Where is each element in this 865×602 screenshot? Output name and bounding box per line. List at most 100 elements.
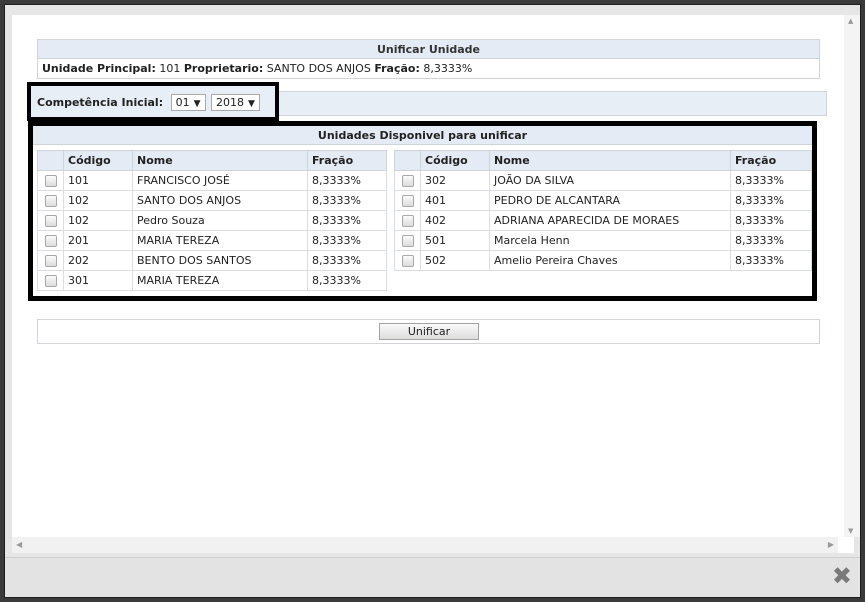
competencia-label: Competência Inicial: bbox=[37, 95, 164, 109]
unify-header-panel: Unificar Unidade Unidade Principal: 101 … bbox=[37, 39, 820, 79]
main-unit-value: 101 bbox=[159, 62, 181, 75]
table-row[interactable]: 202 BENTO DOS SANTOS 8,3333% bbox=[37, 250, 387, 271]
cell-nome: MARIA TEREZA bbox=[132, 230, 308, 251]
cell-fracao: 8,3333% bbox=[730, 230, 812, 251]
cell-nome: SANTO DOS ANJOS bbox=[132, 190, 308, 211]
year-select[interactable]: 2018 ▼ bbox=[211, 94, 260, 111]
row-checkbox[interactable] bbox=[401, 235, 414, 247]
table-row[interactable]: 302 JOÃO DA SILVA 8,3333% bbox=[394, 170, 812, 191]
row-checkbox[interactable] bbox=[44, 215, 57, 227]
units-table-right: Código Nome Fração 302 JOÃO DA SILVA 8,333… bbox=[394, 150, 812, 271]
cell-nome: Marcela Henn bbox=[489, 230, 731, 251]
cell-codigo: 501 bbox=[420, 230, 490, 251]
table-row[interactable]: 102 SANTO DOS ANJOS 8,3333% bbox=[37, 190, 387, 211]
column-codigo: Código bbox=[420, 150, 490, 171]
scroll-down-icon[interactable]: ▼ bbox=[848, 527, 853, 535]
table-header-row: Código Nome Fração bbox=[394, 150, 812, 171]
checkbox-header bbox=[394, 150, 421, 171]
column-nome: Nome bbox=[489, 150, 731, 171]
checkbox-header bbox=[37, 150, 64, 171]
fraction-value: 8,3333% bbox=[423, 62, 473, 75]
cell-fracao: 8,3333% bbox=[307, 270, 387, 291]
cell-fracao: 8,3333% bbox=[730, 250, 812, 271]
cell-fracao: 8,3333% bbox=[307, 190, 387, 211]
cell-fracao: 8,3333% bbox=[730, 210, 812, 231]
month-select[interactable]: 01 ▼ bbox=[170, 94, 206, 111]
cell-nome: BENTO DOS SANTOS bbox=[132, 250, 308, 271]
row-checkbox-cell bbox=[37, 230, 64, 251]
owner-value: SANTO DOS ANJOS bbox=[266, 62, 371, 75]
cell-nome: JOÃO DA SILVA bbox=[489, 170, 731, 191]
cell-fracao: 8,3333% bbox=[730, 170, 812, 191]
competencia-highlight: Competência Inicial: 01 ▼ 2018 ▼ bbox=[27, 82, 279, 121]
column-fracao: Fração bbox=[307, 150, 387, 171]
cell-nome: FRANCISCO JOSÉ bbox=[132, 170, 308, 191]
table-row[interactable]: 402 ADRIANA APARECIDA DE MORAES 8,3333% bbox=[394, 210, 812, 231]
table-row[interactable]: 502 Amelio Pereira Chaves 8,3333% bbox=[394, 250, 812, 271]
cell-nome: Amelio Pereira Chaves bbox=[489, 250, 731, 271]
cell-codigo: 101 bbox=[63, 170, 133, 191]
column-fracao: Fração bbox=[730, 150, 812, 171]
scroll-right-icon[interactable]: ▶ bbox=[828, 540, 834, 549]
table-row[interactable]: 201 MARIA TEREZA 8,3333% bbox=[37, 230, 387, 251]
column-nome: Nome bbox=[132, 150, 308, 171]
units-panel: Unidades Disponivel para unificar Código… bbox=[28, 121, 817, 301]
cell-nome: ADRIANA APARECIDA DE MORAES bbox=[489, 210, 731, 231]
row-checkbox[interactable] bbox=[44, 275, 57, 287]
row-checkbox[interactable] bbox=[44, 255, 57, 267]
row-checkbox[interactable] bbox=[401, 255, 414, 267]
caret-down-icon: ▼ bbox=[193, 99, 201, 109]
cell-fracao: 8,3333% bbox=[307, 170, 387, 191]
row-checkbox-cell bbox=[394, 190, 421, 211]
row-checkbox[interactable] bbox=[401, 195, 414, 207]
cell-codigo: 201 bbox=[63, 230, 133, 251]
owner-label: Proprietario: bbox=[183, 62, 264, 75]
units-title: Unidades Disponivel para unificar bbox=[33, 126, 812, 145]
row-checkbox-cell bbox=[37, 270, 64, 291]
horizontal-scrollbar[interactable]: ◀ ▶ bbox=[12, 537, 838, 553]
row-checkbox[interactable] bbox=[44, 175, 57, 187]
row-checkbox-cell bbox=[37, 170, 64, 191]
main-unit-info: Unidade Principal: 101 Proprietario: SAN… bbox=[38, 59, 819, 78]
row-checkbox[interactable] bbox=[401, 175, 414, 187]
table-row[interactable]: 102 Pedro Souza 8,3333% bbox=[37, 210, 387, 231]
cell-codigo: 102 bbox=[63, 190, 133, 211]
row-checkbox-cell bbox=[37, 210, 64, 231]
table-row[interactable]: 501 Marcela Henn 8,3333% bbox=[394, 230, 812, 251]
cell-nome: PEDRO DE ALCANTARA bbox=[489, 190, 731, 211]
year-value: 2018 bbox=[216, 96, 245, 109]
unify-action-row: Unificar bbox=[37, 319, 820, 344]
column-codigo: Código bbox=[63, 150, 133, 171]
cell-fracao: 8,3333% bbox=[307, 210, 387, 231]
row-checkbox-cell bbox=[37, 190, 64, 211]
cell-fracao: 8,3333% bbox=[307, 250, 387, 271]
cell-codigo: 401 bbox=[420, 190, 490, 211]
cell-codigo: 502 bbox=[420, 250, 490, 271]
row-checkbox[interactable] bbox=[44, 235, 57, 247]
units-table-left: Código Nome Fração 101 FRANCISCO JOSÉ 8,33… bbox=[37, 150, 387, 291]
cell-codigo: 102 bbox=[63, 210, 133, 231]
unify-button[interactable]: Unificar bbox=[379, 323, 479, 340]
row-checkbox-cell bbox=[394, 170, 421, 191]
cell-codigo: 301 bbox=[63, 270, 133, 291]
row-checkbox-cell bbox=[394, 230, 421, 251]
scroll-up-icon[interactable]: ▲ bbox=[848, 17, 853, 25]
cell-fracao: 8,3333% bbox=[730, 190, 812, 211]
vertical-scrollbar[interactable]: ▲ ▼ bbox=[844, 15, 860, 537]
table-row[interactable]: 401 PEDRO DE ALCANTARA 8,3333% bbox=[394, 190, 812, 211]
cell-codigo: 202 bbox=[63, 250, 133, 271]
table-row[interactable]: 101 FRANCISCO JOSÉ 8,3333% bbox=[37, 170, 387, 191]
table-header-row: Código Nome Fração bbox=[37, 150, 387, 171]
scroll-left-icon[interactable]: ◀ bbox=[16, 540, 22, 549]
cell-nome: Pedro Souza bbox=[132, 210, 308, 231]
panel-title: Unificar Unidade bbox=[38, 40, 819, 59]
cell-nome: MARIA TEREZA bbox=[132, 270, 308, 291]
row-checkbox[interactable] bbox=[44, 195, 57, 207]
modal-footer: ✖ bbox=[5, 557, 860, 597]
fraction-label: Fração: bbox=[374, 62, 420, 75]
row-checkbox-cell bbox=[394, 250, 421, 271]
row-checkbox[interactable] bbox=[401, 215, 414, 227]
month-value: 01 bbox=[175, 96, 190, 109]
close-icon[interactable]: ✖ bbox=[832, 564, 852, 588]
table-row[interactable]: 301 MARIA TEREZA 8,3333% bbox=[37, 270, 387, 291]
